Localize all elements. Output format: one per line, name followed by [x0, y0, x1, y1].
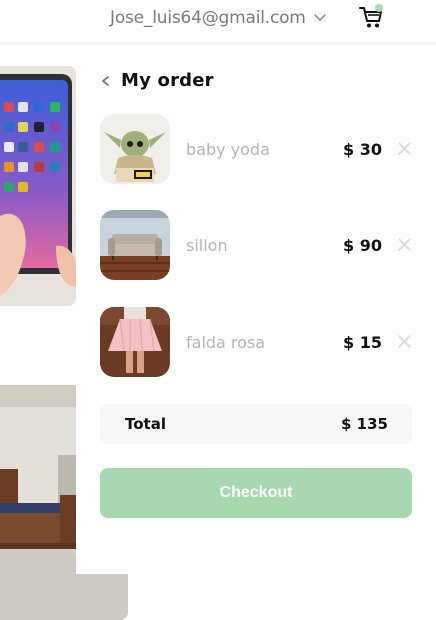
item-thumbnail [100, 307, 170, 377]
item-name: falda rosa [186, 333, 266, 352]
item-thumbnail [100, 114, 170, 184]
phone-image [0, 66, 76, 306]
item-price: $ 90 [343, 236, 382, 255]
top-bar: Jose_luis64@gmail.com [0, 0, 436, 42]
product-card-phone-image[interactable] [0, 66, 76, 306]
close-icon[interactable] [397, 334, 412, 349]
chevron-down-icon [313, 14, 326, 22]
item-name: baby yoda [186, 140, 270, 159]
order-item: baby yoda $ 30 [100, 114, 412, 184]
total-label: Total [125, 415, 166, 433]
pink-skirt-image [100, 307, 170, 377]
user-email: Jose_luis64@gmail.com [110, 8, 306, 28]
shopping-cart-button[interactable] [358, 4, 384, 30]
order-total: Total $ 135 [100, 404, 412, 444]
order-item: falda rosa $ 15 [100, 307, 412, 377]
baby-yoda-image [100, 114, 170, 184]
checkout-button[interactable]: Checkout [100, 468, 412, 518]
user-account-dropdown[interactable]: Jose_luis64@gmail.com [110, 8, 327, 28]
order-title: My order [121, 70, 214, 91]
item-price: $ 15 [343, 333, 382, 352]
close-icon[interactable] [397, 141, 412, 156]
item-price: $ 30 [343, 140, 382, 159]
cart-indicator-dot [375, 4, 383, 12]
total-value: $ 135 [341, 415, 388, 433]
item-thumbnail [100, 210, 170, 280]
close-icon[interactable] [397, 237, 412, 252]
chevron-left-icon[interactable] [98, 72, 112, 90]
order-item: sillon $ 90 [100, 210, 412, 280]
sofa-image [100, 210, 170, 280]
item-name: sillon [186, 236, 228, 255]
